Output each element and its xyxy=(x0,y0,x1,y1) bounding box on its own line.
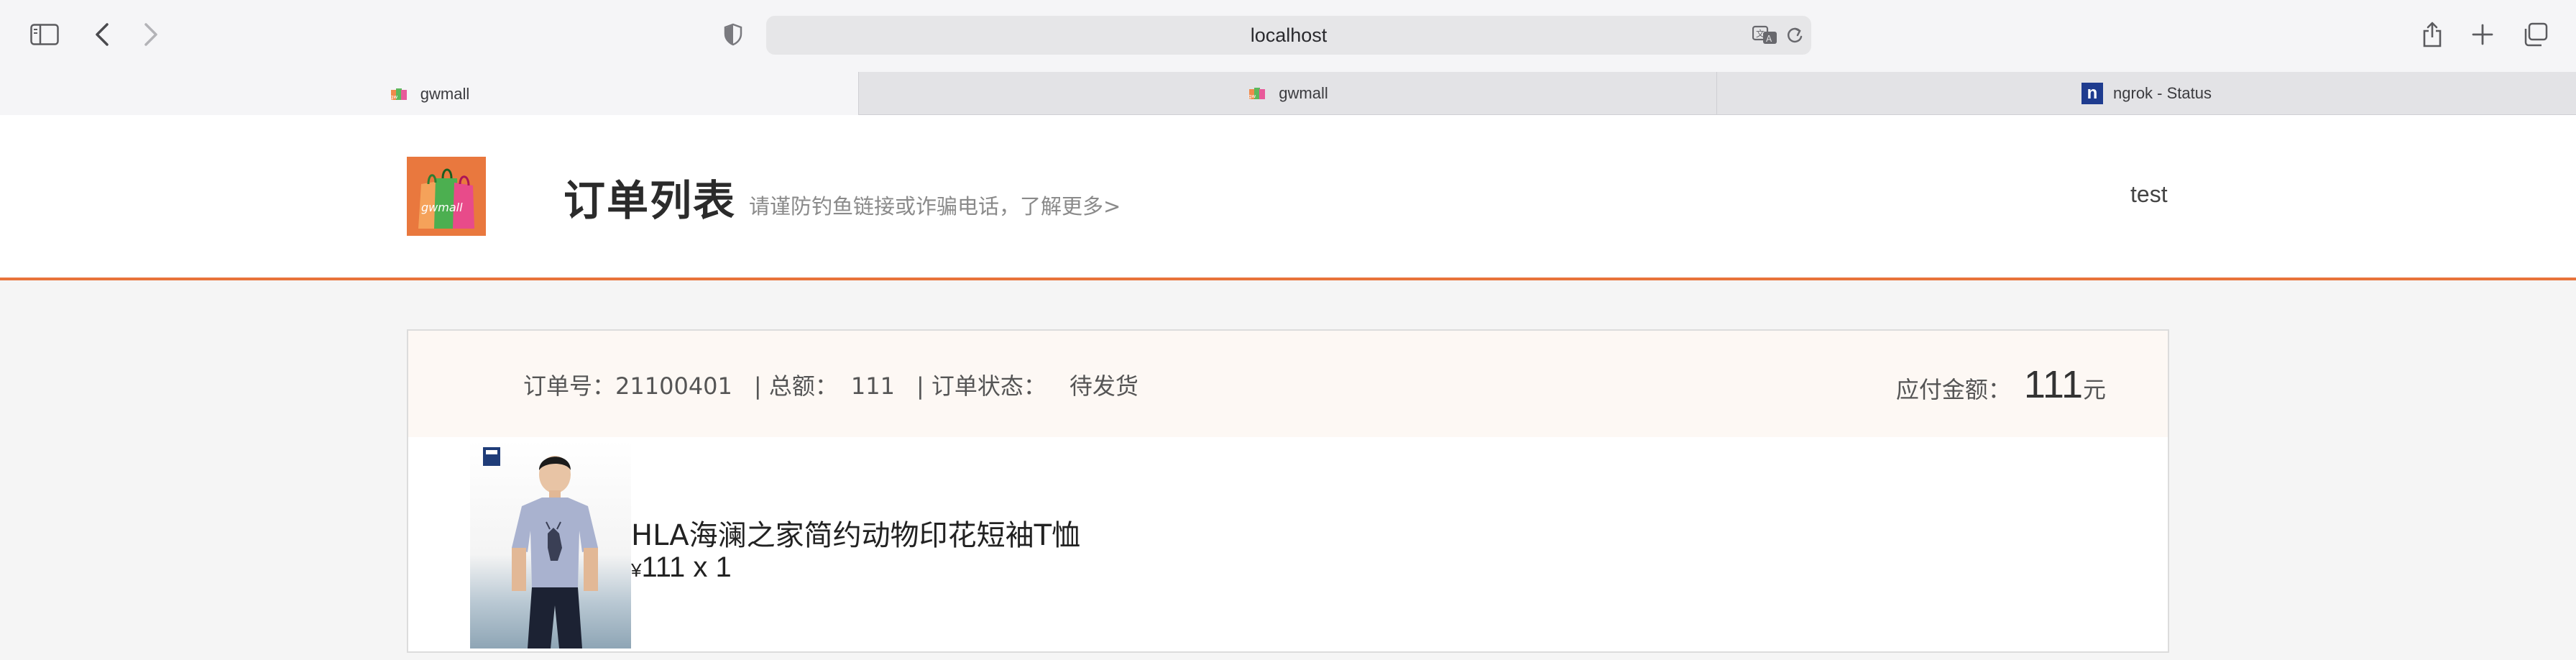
payable-label: 应付金额： xyxy=(1895,376,2011,403)
tab-title: gwmall xyxy=(420,84,470,103)
translate-icon[interactable]: 文A xyxy=(1752,24,1777,46)
tab-ngrok-status[interactable]: n ngrok - Status xyxy=(1716,72,2576,115)
back-arrow-icon[interactable] xyxy=(83,16,121,53)
order-card: 订单号： 21100401 | 总额： 111 | 订单状态： 待发货 应付金额… xyxy=(407,329,2169,653)
gwmall-logo[interactable]: gwmall xyxy=(407,157,486,236)
tab-overview-icon[interactable] xyxy=(2517,16,2554,53)
anti-fraud-warning-link[interactable]: 请谨防钓鱼链接或诈骗电话，了解更多> xyxy=(749,190,1121,220)
sidebar-toggle-icon[interactable] xyxy=(26,16,63,53)
site-header: gwmall 订单列表 请谨防钓鱼链接或诈骗电话，了解更多> test xyxy=(0,115,2576,280)
tab-bar: gw gwmall gw gwmall n ngrok - Status xyxy=(0,72,2576,116)
payable-amount: 111 xyxy=(2023,363,2083,406)
product-price-quantity: ¥111 x 1 xyxy=(631,551,732,584)
svg-text:A: A xyxy=(1766,34,1772,44)
order-item[interactable]: HLA海澜之家简约动物印花短袖T恤 ¥111 x 1 xyxy=(470,440,2051,648)
privacy-shield-icon[interactable] xyxy=(714,16,752,53)
tab-title: gwmall xyxy=(1279,84,1328,102)
order-total-label: | 总额： xyxy=(753,372,838,400)
svg-text:gwmall: gwmall xyxy=(421,201,463,214)
svg-text:gw: gw xyxy=(390,94,397,100)
tab-gwmall-2[interactable]: gw gwmall xyxy=(858,72,1716,115)
product-image[interactable] xyxy=(470,440,631,648)
gwmall-favicon-icon: gw xyxy=(389,86,410,103)
new-tab-plus-icon[interactable] xyxy=(2464,16,2501,53)
price-currency: ¥ xyxy=(631,559,642,581)
browser-toolbar: localhost 文A xyxy=(0,0,2576,72)
price-quantity: 111 x 1 xyxy=(641,551,732,583)
address-bar[interactable]: localhost 文A xyxy=(766,16,1811,55)
order-status: 待发货 xyxy=(1069,372,1138,400)
tab-title: ngrok - Status xyxy=(2113,84,2212,102)
page-title: 订单列表 xyxy=(564,176,737,225)
gwmall-favicon-icon: gw xyxy=(1247,85,1269,102)
ngrok-favicon-icon: n xyxy=(2082,83,2104,104)
order-status-label: | 订单状态： xyxy=(916,372,1046,400)
reload-icon[interactable] xyxy=(1785,24,1804,46)
product-name[interactable]: HLA海澜之家简约动物印花短袖T恤 xyxy=(631,512,1080,554)
username-link[interactable]: test xyxy=(2130,181,2168,208)
order-header: 订单号： 21100401 | 总额： 111 | 订单状态： 待发货 应付金额… xyxy=(408,331,2168,437)
forward-arrow-icon[interactable] xyxy=(132,16,170,53)
share-icon[interactable] xyxy=(2414,16,2451,53)
payable-amount-block: 应付金额： 111 元 xyxy=(1896,362,2106,407)
order-number-label: 订单号： xyxy=(523,372,616,400)
order-number: 21100401 xyxy=(615,372,732,400)
order-meta: 订单号： 21100401 | 总额： 111 | 订单状态： 待发货 xyxy=(523,368,1138,401)
svg-text:gw: gw xyxy=(1248,93,1256,99)
address-text: localhost xyxy=(1250,24,1328,46)
tab-gwmall-1[interactable]: gw gwmall xyxy=(0,72,858,116)
payable-unit: 元 xyxy=(2082,376,2106,403)
order-total: 111 xyxy=(850,372,895,400)
